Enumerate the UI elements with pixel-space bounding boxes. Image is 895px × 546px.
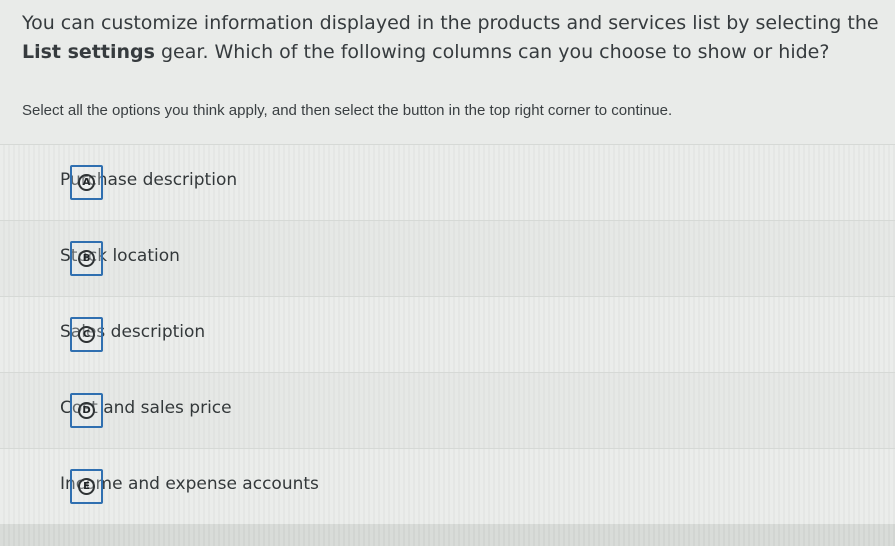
option-c-letter-icon: C	[78, 326, 95, 343]
option-d-letter-icon: D	[78, 402, 95, 419]
instructions-text: Select all the options you think apply, …	[22, 102, 673, 119]
answer-options: Purchase description A Stock location B …	[0, 144, 895, 524]
option-d[interactable]: Cost and sales price D	[0, 372, 895, 448]
question-part-2: gear. Which of the following columns can…	[154, 41, 830, 63]
question-text: You can customize information displayed …	[22, 9, 882, 67]
option-e[interactable]: Income and expense accounts E	[0, 448, 895, 524]
option-d-checkbox[interactable]: D	[70, 393, 103, 428]
option-a-letter-icon: A	[78, 174, 95, 191]
option-e-checkbox[interactable]: E	[70, 469, 103, 504]
option-e-letter-icon: E	[78, 478, 95, 495]
bottom-divider-band	[0, 524, 895, 546]
question-part-1: You can customize information displayed …	[22, 12, 879, 34]
option-c-checkbox[interactable]: C	[70, 317, 103, 352]
option-b[interactable]: Stock location B	[0, 220, 895, 296]
question-bold-term: List settings	[22, 41, 155, 63]
option-b-checkbox[interactable]: B	[70, 241, 103, 276]
option-c[interactable]: Sales description C	[0, 296, 895, 372]
option-a[interactable]: Purchase description A	[0, 144, 895, 220]
option-b-letter-icon: B	[78, 250, 95, 267]
option-a-checkbox[interactable]: A	[70, 165, 103, 200]
